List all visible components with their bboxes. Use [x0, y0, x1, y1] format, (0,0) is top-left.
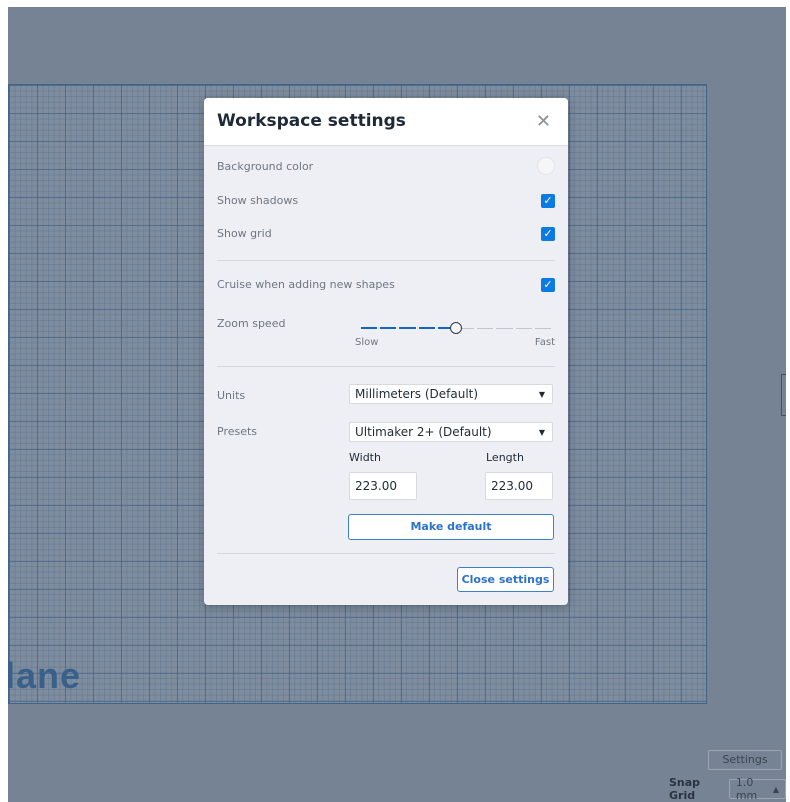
close-icon[interactable]: ✕: [536, 113, 551, 131]
units-value: Millimeters (Default): [355, 387, 479, 401]
divider: [217, 553, 555, 554]
units-label: Units: [217, 389, 246, 402]
width-input[interactable]: 223.00: [349, 472, 417, 500]
snap-grid-value: 1.0 mm: [735, 776, 758, 802]
workspace-settings-dialog: Workspace settings ✕ Background color Sh…: [204, 98, 568, 605]
background-color-label: Background color: [217, 160, 314, 173]
show-grid-checkbox[interactable]: ✓: [541, 227, 555, 241]
close-settings-button[interactable]: Close settings: [457, 567, 554, 592]
zoom-slider-thumb[interactable]: [450, 322, 462, 334]
snap-grid-select[interactable]: 1.0 mm ▲: [728, 776, 786, 802]
make-default-button[interactable]: Make default: [348, 514, 554, 540]
dialog-title: Workspace settings: [217, 111, 406, 131]
zoom-segment[interactable]: [399, 327, 416, 329]
show-shadows-checkbox[interactable]: ✓: [541, 194, 555, 208]
caret-down-icon: ▼: [538, 428, 545, 437]
zoom-segment[interactable]: [476, 328, 494, 329]
zoom-speed-label: Zoom speed: [217, 317, 286, 330]
caret-down-icon: ▼: [538, 390, 545, 399]
zoom-segment[interactable]: [496, 328, 513, 329]
dialog-header: Workspace settings ✕: [204, 98, 568, 146]
presets-select[interactable]: Ultimaker 2+ (Default) ▼: [349, 422, 553, 442]
length-input[interactable]: 223.00: [485, 472, 553, 500]
presets-label: Presets: [217, 425, 258, 438]
show-shadows-row: Show shadows ✓: [217, 194, 555, 214]
zoom-segment[interactable]: [360, 327, 377, 329]
zoom-speed-slider[interactable]: [359, 322, 553, 334]
settings-button[interactable]: Settings: [708, 750, 782, 770]
cruise-label: Cruise when adding new shapes: [217, 278, 395, 291]
background-color-row: Background color: [217, 157, 555, 180]
show-grid-row: Show grid ✓: [217, 227, 555, 247]
side-panel-handle[interactable]: [781, 374, 786, 416]
zoom-slow-label: Slow: [355, 337, 379, 348]
caret-up-icon: ▲: [772, 784, 779, 794]
cruise-checkbox[interactable]: ✓: [541, 278, 555, 292]
snap-grid-control: Snap Grid 1.0 mm ▲: [669, 776, 786, 802]
zoom-segment[interactable]: [379, 327, 397, 329]
width-label: Width: [349, 451, 381, 464]
zoom-fast-label: Fast: [534, 337, 555, 348]
cruise-row: Cruise when adding new shapes ✓: [217, 278, 555, 298]
zoom-segment[interactable]: [515, 328, 533, 329]
length-label: Length: [486, 451, 524, 464]
zoom-segment[interactable]: [418, 327, 436, 329]
units-select[interactable]: Millimeters (Default) ▼: [349, 384, 553, 404]
snap-grid-label: Snap Grid: [669, 776, 701, 802]
zoom-speed-row: Zoom speed Slow Fast: [217, 317, 555, 357]
divider: [217, 366, 555, 367]
divider: [217, 260, 555, 261]
background-color-swatch[interactable]: [537, 157, 555, 175]
show-grid-label: Show grid: [217, 227, 272, 240]
show-shadows-label: Show shadows: [217, 194, 299, 207]
zoom-segment[interactable]: [535, 328, 552, 329]
presets-value: Ultimaker 2+ (Default): [355, 425, 492, 439]
